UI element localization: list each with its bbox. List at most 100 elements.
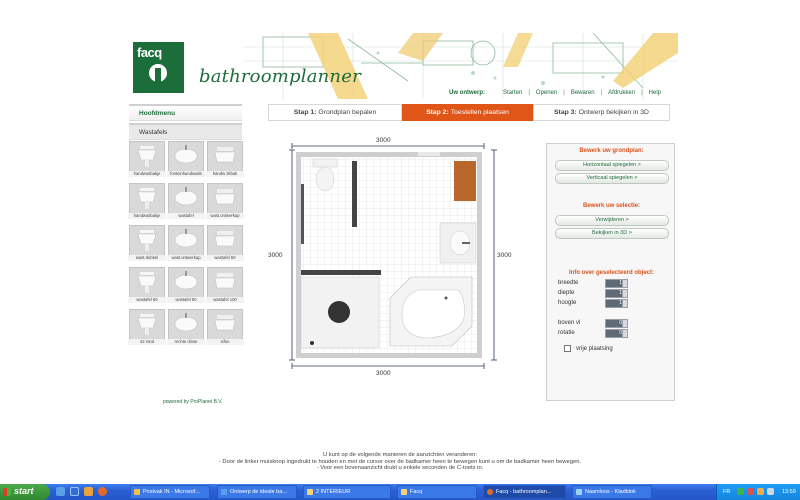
fixture-label: wast.ontwerkap	[206, 213, 244, 219]
spin-arrows-icon[interactable]	[622, 290, 627, 297]
instruction-line-1: U kunt op de volgende manieren de aanzic…	[322, 452, 478, 458]
screen: facq bathroomplanner Uw ontwerp: Starten…	[0, 0, 800, 500]
fixture-item[interactable]: 42 rond	[128, 309, 166, 345]
start-button[interactable]: start	[0, 484, 50, 500]
washbasin-icon	[214, 315, 236, 331]
shower	[300, 276, 380, 349]
task-outlook[interactable]: Postvak IN - Microsof...	[130, 485, 210, 499]
folder-icon	[307, 489, 313, 495]
system-tray: FR 13:59	[716, 484, 800, 500]
product-name: bathroomplanner	[199, 66, 361, 87]
tab-step-1[interactable]: Stap 1: Grondplan bepalen	[268, 104, 402, 121]
bovenvl-input[interactable]: 0	[605, 319, 628, 328]
breedte-input[interactable]: 1	[605, 279, 628, 288]
free-placement-checkbox[interactable]: vrije plaatsing	[564, 345, 613, 352]
washbasin-icon	[137, 188, 157, 209]
floorplan-canvas[interactable]	[268, 138, 523, 378]
fixture-item[interactable]: wast.ontwerkap	[206, 183, 244, 219]
fixture-label: wast.ontwerkap	[167, 255, 205, 261]
quicklaunch-firefox-icon[interactable]	[98, 487, 107, 496]
tray-antivirus-icon[interactable]	[747, 488, 754, 495]
task-interieur[interactable]: 2 INTERIEUR	[303, 485, 391, 499]
quicklaunch-outlook-icon[interactable]	[84, 487, 93, 496]
fixture-label: fonteinhandwasb	[167, 171, 205, 177]
clock: 13:59	[782, 489, 796, 495]
floorplan-edit-heading: Bewerk uw grondplan:	[579, 148, 644, 154]
hoogte-input[interactable]: 1	[605, 299, 628, 308]
fixture-item[interactable]: fonteinhandwasb	[167, 141, 205, 177]
fixture-item[interactable]: handw zitbak	[206, 141, 244, 177]
task-kladblok[interactable]: Naamloos - Kladblok	[572, 485, 652, 499]
mirror-vertical-button[interactable]: Verticaal spiegelen >	[555, 173, 669, 184]
task-facq[interactable]: Facq	[397, 485, 477, 499]
quicklaunch-desktop-icon[interactable]	[56, 487, 65, 496]
tab-step-2[interactable]: Stap 2: Toestellen plaatsen	[402, 104, 533, 121]
selection-edit-heading: Bewerk uw selectie:	[582, 203, 641, 209]
tray-update-icon[interactable]	[757, 488, 764, 495]
dimension-left: 3000	[268, 252, 283, 259]
sidebar-tab-hoofdmenu[interactable]: Hoofdmenu	[129, 104, 242, 121]
rotatie-input[interactable]: 0	[605, 329, 628, 338]
fixture-item[interactable]: handwasbakje	[128, 183, 166, 219]
fixture-item[interactable]: sifon	[206, 309, 244, 345]
bathtub	[389, 276, 473, 347]
fixture-label: handwasbakje	[128, 213, 166, 219]
washbasin-icon	[174, 313, 198, 332]
fixture-label: wastafel	[167, 213, 205, 219]
diepte-input[interactable]: 1	[605, 289, 628, 298]
dimension-right: 3000	[497, 252, 512, 259]
tray-network-icon[interactable]	[737, 488, 744, 495]
menu-bewaren[interactable]: Bewaren	[571, 90, 595, 96]
task-bathroomplanner[interactable]: Facq - bathroomplan...	[483, 485, 566, 499]
washbasin-icon	[174, 271, 198, 290]
menu-starten[interactable]: Starten	[503, 90, 522, 96]
tray-volume-icon[interactable]	[767, 488, 774, 495]
prop-breedte-label: breedte	[558, 280, 579, 286]
task-ontwerp[interactable]: Ontwerp de ideale ba...	[217, 485, 297, 499]
mirror-horizontal-button[interactable]: Horizontaal spiegelen >	[555, 160, 669, 171]
fixture-item[interactable]: rechte dinse	[167, 309, 205, 345]
fixture-grid: handwasbakje fonteinhandwasb handw zitbak h…	[128, 141, 245, 345]
fixture-item[interactable]: wastafel 50	[206, 225, 244, 261]
spin-arrows-icon[interactable]	[622, 300, 627, 307]
instruction-line-3: - Voor een bovenaanzicht drukt u enkele …	[316, 465, 484, 472]
view-3d-button[interactable]: Bekijken in 3D >	[555, 228, 669, 239]
remove-button[interactable]: Verwijderen >	[555, 215, 669, 226]
fixture-label: wastafel 100	[206, 297, 244, 303]
quicklaunch-ie-icon[interactable]	[70, 487, 79, 496]
fixture-item[interactable]: wastafel 80	[167, 267, 205, 303]
fixture-label: rechte dinse	[167, 339, 205, 345]
menu-help[interactable]: Help	[649, 90, 661, 96]
fixture-item[interactable]: handwasbakje	[128, 141, 166, 177]
fixture-item[interactable]: wastafel	[167, 183, 205, 219]
fixture-item[interactable]: wast.ontwerkap	[167, 225, 205, 261]
floorplan: 3000 3000 3000 3000	[268, 137, 523, 378]
windows-logo-icon	[3, 488, 11, 496]
step-1-number: Stap 1:	[293, 109, 317, 116]
notepad-icon	[576, 489, 582, 495]
bathroomplanner-app: facq bathroomplanner Uw ontwerp: Starten…	[123, 33, 678, 410]
spin-arrows-icon[interactable]	[622, 330, 627, 337]
fixture-item[interactable]: wastafel 100	[206, 267, 244, 303]
edit-panel: Bewerk uw grondplan: Horizontaal spiegel…	[546, 143, 675, 401]
fixture-item[interactable]: wastafel 60	[128, 267, 166, 303]
fixture-item[interactable]: wast.dubbel	[128, 225, 166, 261]
ie-window-icon	[221, 489, 227, 495]
checkbox-icon[interactable]	[564, 345, 571, 352]
washbasin-icon	[137, 272, 157, 293]
step-2-label: Toestellen plaatsen	[450, 109, 509, 116]
menu-afdrukken[interactable]: Afdrukken	[608, 90, 635, 96]
step-2-number: Stap 2:	[426, 109, 449, 116]
washbasin-icon	[137, 314, 157, 335]
language-indicator[interactable]: FR	[723, 489, 730, 495]
step-3-label: Ontwerp bekijken in 3D	[578, 109, 649, 116]
step-tabs: Stap 1: Grondplan bepalen Stap 2: Toeste…	[268, 104, 670, 121]
tab-step-3[interactable]: Stap 3: Ontwerp bekijken in 3D	[533, 104, 670, 121]
spin-arrows-icon[interactable]	[622, 320, 627, 327]
sidebar-tab-wastafels[interactable]: Wastafels	[129, 123, 242, 140]
spin-arrows-icon[interactable]	[622, 280, 627, 287]
menu-openen[interactable]: Openen	[536, 90, 557, 96]
facq-logo[interactable]: facq	[133, 42, 184, 93]
washbasin-icon	[174, 145, 198, 164]
prop-hoogte-label: hoogte	[558, 300, 577, 306]
